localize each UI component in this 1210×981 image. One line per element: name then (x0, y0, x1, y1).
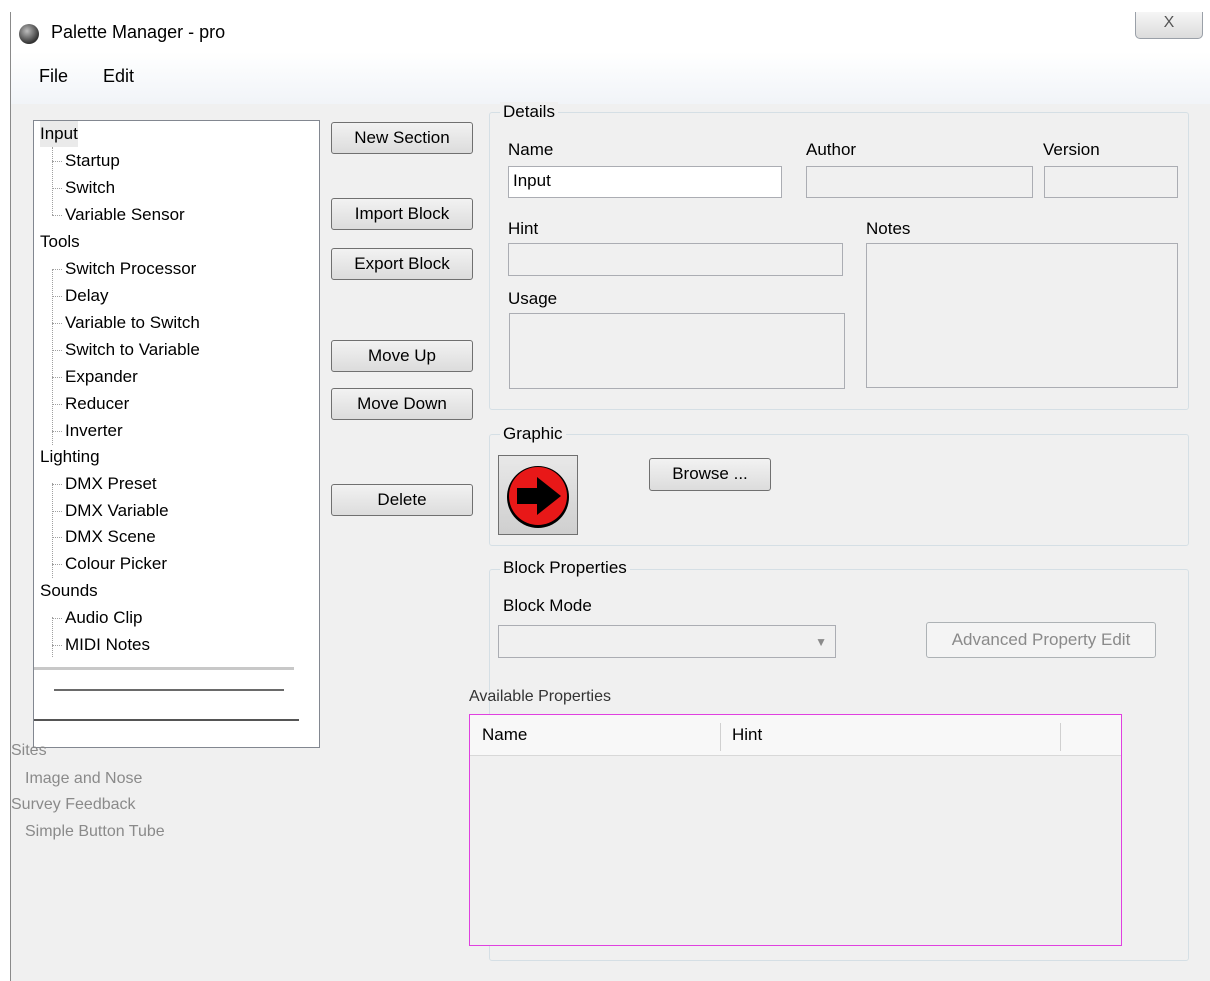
browse-button[interactable]: Browse ... (649, 458, 771, 491)
move-down-button[interactable]: Move Down (331, 388, 473, 420)
tree-item-label: Variable Sensor (65, 205, 185, 224)
chevron-down-icon: ▼ (815, 635, 827, 649)
details-group-label: Details (500, 102, 558, 122)
tree-item[interactable]: Colour Picker (52, 551, 167, 577)
author-input[interactable] (806, 166, 1033, 198)
tree-item-label: Inverter (65, 421, 123, 440)
usage-label: Usage (508, 289, 558, 308)
tree-item-label: DMX Preset (65, 474, 157, 493)
tree-item[interactable]: Switch Processor (52, 256, 196, 282)
palette-tree[interactable]: Input Startup Switch Variable Sensor Too… (33, 120, 320, 748)
tree-item[interactable]: Variable Sensor (52, 202, 185, 228)
tree-section-tools[interactable]: Tools (40, 229, 80, 255)
glitch-text: Survey Feedback (11, 796, 136, 813)
app-icon (19, 24, 39, 44)
import-block-button[interactable]: Import Block (331, 198, 473, 230)
tree-item[interactable]: Startup (52, 148, 120, 174)
overlay-panel (11, 728, 283, 981)
tree-item-label: Expander (65, 367, 138, 386)
tree-item-label: DMX Scene (65, 527, 156, 546)
properties-header: Name Hint (470, 715, 1121, 756)
tree-item[interactable]: Reducer (52, 391, 129, 417)
glitch-text: Sites (11, 742, 47, 759)
menu-edit[interactable]: Edit (103, 66, 134, 87)
version-label: Version (1043, 140, 1100, 159)
tree-item-label: Switch to Variable (65, 340, 200, 359)
block-properties-label: Block Properties (500, 558, 630, 578)
tree-item-label: Colour Picker (65, 554, 168, 573)
version-input[interactable] (1044, 166, 1178, 198)
available-properties-label: Available Properties (469, 688, 612, 705)
block-mode-label: Block Mode (503, 596, 592, 615)
move-up-button[interactable]: Move Up (331, 340, 473, 372)
notes-label: Notes (866, 219, 911, 238)
column-header-name[interactable]: Name (482, 725, 527, 745)
window-title: Palette Manager - pro (51, 22, 226, 42)
tree-item-label: MIDI Notes (65, 635, 151, 654)
tree-item-label: Switch Processor (65, 259, 197, 278)
tree-item[interactable]: Audio Clip (52, 605, 143, 631)
close-button[interactable]: X (1135, 12, 1203, 39)
close-icon: X (1163, 14, 1175, 31)
column-header-hint[interactable]: Hint (732, 725, 762, 745)
tree-item[interactable]: Delay (52, 283, 108, 309)
tree-item[interactable]: Switch to Variable (52, 337, 200, 363)
block-mode-select[interactable]: ▼ (498, 625, 836, 658)
tree-item[interactable]: Variable to Switch (52, 310, 200, 336)
title-bar: Palette Manager - pro X (11, 12, 1210, 52)
tree-render-glitch (34, 661, 319, 747)
export-block-button[interactable]: Export Block (331, 248, 473, 280)
hint-label: Hint (508, 219, 539, 238)
tree-item-label: DMX Variable (65, 501, 169, 520)
tree-item-label: Startup (65, 151, 120, 170)
tree-section-input[interactable]: Input (40, 121, 78, 147)
tree-item[interactable]: Inverter (52, 418, 123, 444)
tree-item[interactable]: Expander (52, 364, 138, 390)
usage-textarea[interactable] (509, 313, 845, 389)
menu-file[interactable]: File (39, 66, 68, 87)
tree-item-label: Variable to Switch (65, 313, 200, 332)
available-properties-list[interactable]: Name Hint (469, 714, 1122, 946)
delete-button[interactable]: Delete (331, 484, 473, 516)
glitch-text: Image and Nose (25, 770, 143, 787)
tree-item-label: Audio Clip (65, 608, 143, 627)
tree-item[interactable]: MIDI Notes (52, 632, 150, 658)
tree-item[interactable]: DMX Scene (52, 524, 156, 550)
notes-textarea[interactable] (866, 243, 1178, 388)
menu-bar: File Edit (11, 52, 1210, 104)
tree-item-label: Reducer (65, 394, 130, 413)
hint-input[interactable] (508, 243, 843, 276)
block-graphic[interactable] (498, 455, 578, 535)
name-input[interactable]: Input (508, 166, 782, 198)
name-label: Name (508, 140, 554, 159)
tree-section-lighting[interactable]: Lighting (40, 444, 100, 470)
tree-item[interactable]: Switch (52, 175, 115, 201)
palette-manager-window: Palette Manager - pro X File Edit Input … (10, 12, 1210, 981)
graphic-group (489, 434, 1189, 546)
tree-item[interactable]: DMX Variable (52, 498, 169, 524)
glitch-text: Simple Button Tube (25, 823, 165, 840)
author-label: Author (806, 140, 857, 159)
new-section-button[interactable]: New Section (331, 122, 473, 154)
tree-section-sounds[interactable]: Sounds (40, 578, 98, 604)
tree-item[interactable]: DMX Preset (52, 471, 157, 497)
tree-item-label: Switch (65, 178, 116, 197)
tree-item-label: Delay (65, 286, 109, 305)
advanced-property-edit-button[interactable]: Advanced Property Edit (926, 622, 1156, 658)
graphic-group-label: Graphic (500, 424, 566, 444)
red-arrow-right-icon (507, 466, 569, 528)
